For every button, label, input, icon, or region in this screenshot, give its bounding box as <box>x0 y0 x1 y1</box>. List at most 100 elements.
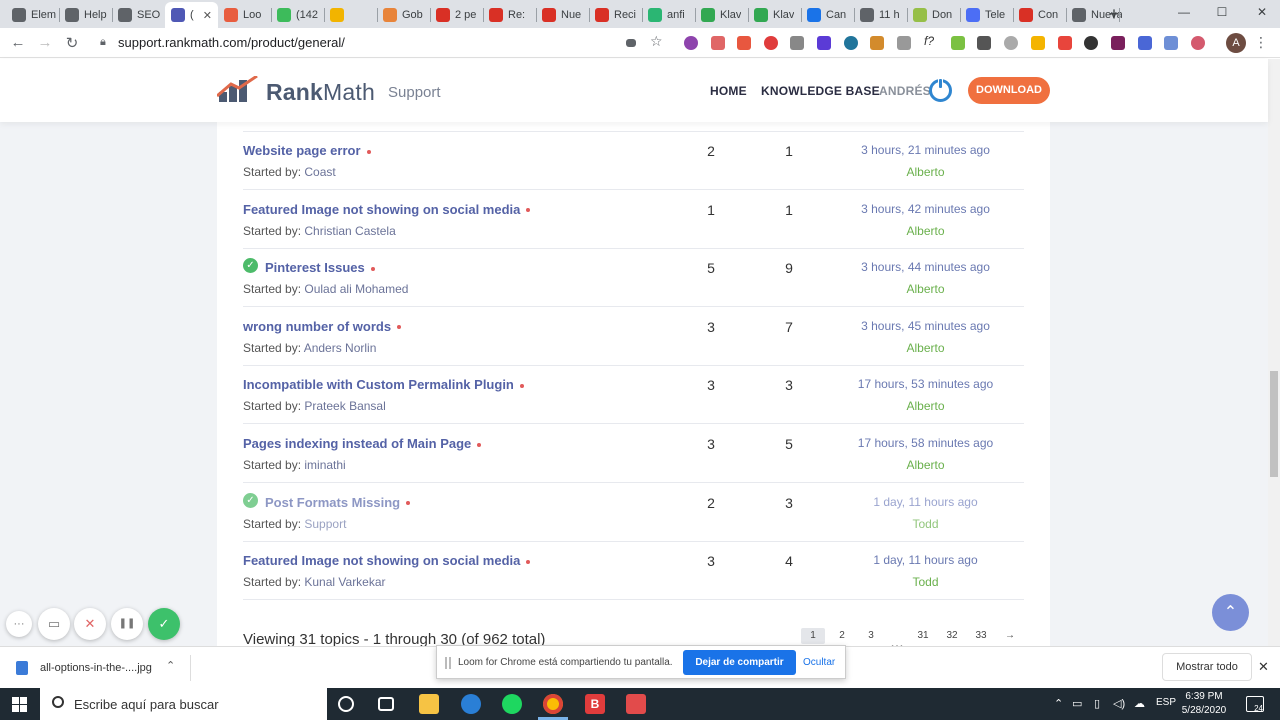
browser-tab[interactable]: Don <box>907 4 960 26</box>
loom-more-icon[interactable]: ··· <box>6 611 32 637</box>
extension-icon[interactable] <box>870 36 884 50</box>
scrollbar-thumb[interactable] <box>1270 371 1278 477</box>
starter-link[interactable]: iminathi <box>304 458 345 472</box>
loom-pause-icon[interactable]: ❚❚ <box>111 608 143 640</box>
starter-link[interactable]: Coast <box>304 165 335 179</box>
starter-link[interactable]: Prateek Bansal <box>304 399 385 413</box>
lock-icon[interactable]: 🔒︎ <box>100 36 106 49</box>
loom-camera-icon[interactable]: ▭ <box>38 608 70 640</box>
browser-tab[interactable]: 2 pe <box>430 4 483 26</box>
extension-icon[interactable] <box>1084 36 1098 50</box>
last-poster-link[interactable]: Alberto <box>833 458 1018 472</box>
topic-title-link[interactable]: Website page error <box>243 143 371 158</box>
nav-home[interactable]: HOME <box>710 84 747 98</box>
last-poster-link[interactable]: Alberto <box>833 399 1018 413</box>
tray-expand-icon[interactable]: ⌃ <box>1054 697 1063 710</box>
bitwarden-icon[interactable]: B <box>585 694 605 714</box>
page-scrollbar[interactable] <box>1268 59 1280 646</box>
browser-tab[interactable]: (✕ <box>165 2 218 28</box>
starter-link[interactable]: Christian Castela <box>304 224 395 238</box>
last-poster-link[interactable]: Alberto <box>833 165 1018 179</box>
extension-icon[interactable] <box>1164 36 1178 50</box>
show-all-button[interactable]: Mostrar todo <box>1162 653 1252 681</box>
starter-link[interactable]: Support <box>304 517 346 531</box>
download-item[interactable]: all-options-in-the-....jpg <box>40 662 152 674</box>
scroll-to-top-button[interactable]: ⌃ <box>1212 594 1249 631</box>
topic-title-link[interactable]: Pinterest Issues <box>265 260 375 275</box>
star-icon[interactable]: ☆ <box>650 33 664 49</box>
new-tab-button[interactable]: + <box>1104 4 1124 25</box>
logout-power-icon[interactable] <box>929 77 952 102</box>
maximize-button[interactable]: ☐ <box>1212 5 1232 19</box>
extension-icon[interactable] <box>1191 36 1205 50</box>
freshness-link[interactable]: 1 day, 11 hours ago <box>833 495 1018 509</box>
nav-knowledge-base[interactable]: KNOWLEDGE BASE <box>761 84 880 98</box>
page-link[interactable]: 3 <box>859 628 883 644</box>
last-poster-link[interactable]: Todd <box>833 575 1018 589</box>
freshness-link[interactable]: 3 hours, 21 minutes ago <box>833 143 1018 157</box>
task-view-icon[interactable] <box>378 697 394 711</box>
wordpress-icon[interactable] <box>844 36 858 50</box>
taskbar-search[interactable]: Escribe aquí para buscar <box>40 688 327 720</box>
chrome-icon[interactable] <box>543 694 563 714</box>
browser-tab[interactable]: 11 h <box>854 4 907 26</box>
freshness-link[interactable]: 3 hours, 45 minutes ago <box>833 319 1018 333</box>
last-poster-link[interactable]: Alberto <box>833 341 1018 355</box>
browser-tab[interactable]: Klav <box>748 4 801 26</box>
topic-title-link[interactable]: wrong number of words <box>243 319 402 334</box>
windows-start-icon[interactable] <box>12 697 27 712</box>
browser-menu-icon[interactable]: ⋮ <box>1254 34 1268 51</box>
browser-tab[interactable]: SEO <box>112 4 165 26</box>
cortana-icon[interactable] <box>338 696 354 712</box>
starter-link[interactable]: Oulad ali Mohamed <box>304 282 408 296</box>
page-link[interactable]: 31 <box>911 628 935 644</box>
browser-tab[interactable]: Klav <box>695 4 748 26</box>
language-indicator[interactable]: ESP <box>1156 697 1176 708</box>
extension-icon[interactable] <box>790 36 804 50</box>
edge-icon[interactable] <box>461 694 481 714</box>
volume-icon[interactable]: ◁) <box>1113 697 1125 710</box>
download-options-icon[interactable]: ⌃ <box>166 659 175 672</box>
starter-link[interactable]: Kunal Varkekar <box>304 575 385 589</box>
last-poster-link[interactable]: Alberto <box>833 224 1018 238</box>
browser-tab[interactable]: Gob <box>377 4 430 26</box>
drag-handle-icon[interactable] <box>445 657 451 669</box>
page-link[interactable]: 32 <box>940 628 964 644</box>
notification-icon[interactable]: 24 <box>1246 696 1264 713</box>
topic-title-link[interactable]: Featured Image not showing on social med… <box>243 202 531 217</box>
browser-tab[interactable]: Help <box>59 4 112 26</box>
onedrive-icon[interactable]: ☁ <box>1134 697 1145 710</box>
close-window-button[interactable]: ✕ <box>1252 5 1272 19</box>
freshness-link[interactable]: 1 day, 11 hours ago <box>833 553 1018 567</box>
browser-tab[interactable]: Con <box>1013 4 1066 26</box>
page-link[interactable]: 33 <box>969 628 993 644</box>
loom-cancel-icon[interactable]: ✕ <box>74 608 106 640</box>
logo-text[interactable]: RankMath <box>266 79 375 106</box>
drive-icon[interactable] <box>1031 36 1045 50</box>
browser-tab[interactable]: Loo <box>218 4 271 26</box>
extension-icon[interactable] <box>1058 36 1072 50</box>
extension-icon[interactable] <box>1111 36 1125 50</box>
extension-icon[interactable] <box>817 36 831 50</box>
extension-icon[interactable] <box>977 36 991 50</box>
extension-icon[interactable] <box>897 36 911 50</box>
next-page-button[interactable]: → <box>998 628 1022 644</box>
close-shelf-icon[interactable]: ✕ <box>1258 659 1269 675</box>
rankmath-logo-icon[interactable] <box>217 76 261 104</box>
camera-icon[interactable] <box>626 39 636 47</box>
extension-icon[interactable] <box>737 36 751 50</box>
profile-avatar[interactable]: A <box>1226 33 1246 53</box>
download-button[interactable]: DOWNLOAD <box>968 77 1050 104</box>
last-poster-link[interactable]: Todd <box>833 517 1018 531</box>
browser-tab[interactable]: anfi <box>642 4 695 26</box>
freshness-link[interactable]: 17 hours, 58 minutes ago <box>833 436 1018 450</box>
loom-finish-icon[interactable]: ✓ <box>148 608 180 640</box>
topic-title-link[interactable]: Featured Image not showing on social med… <box>243 553 531 568</box>
browser-tab[interactable] <box>324 4 377 26</box>
browser-tab[interactable]: Re: <box>483 4 536 26</box>
reload-icon[interactable]: ↻ <box>62 34 82 52</box>
browser-tab[interactable]: Elem <box>6 4 59 26</box>
battery-icon[interactable]: ▯ <box>1094 697 1100 710</box>
forward-icon[interactable]: → <box>35 34 55 51</box>
browser-tab[interactable]: Can <box>801 4 854 26</box>
